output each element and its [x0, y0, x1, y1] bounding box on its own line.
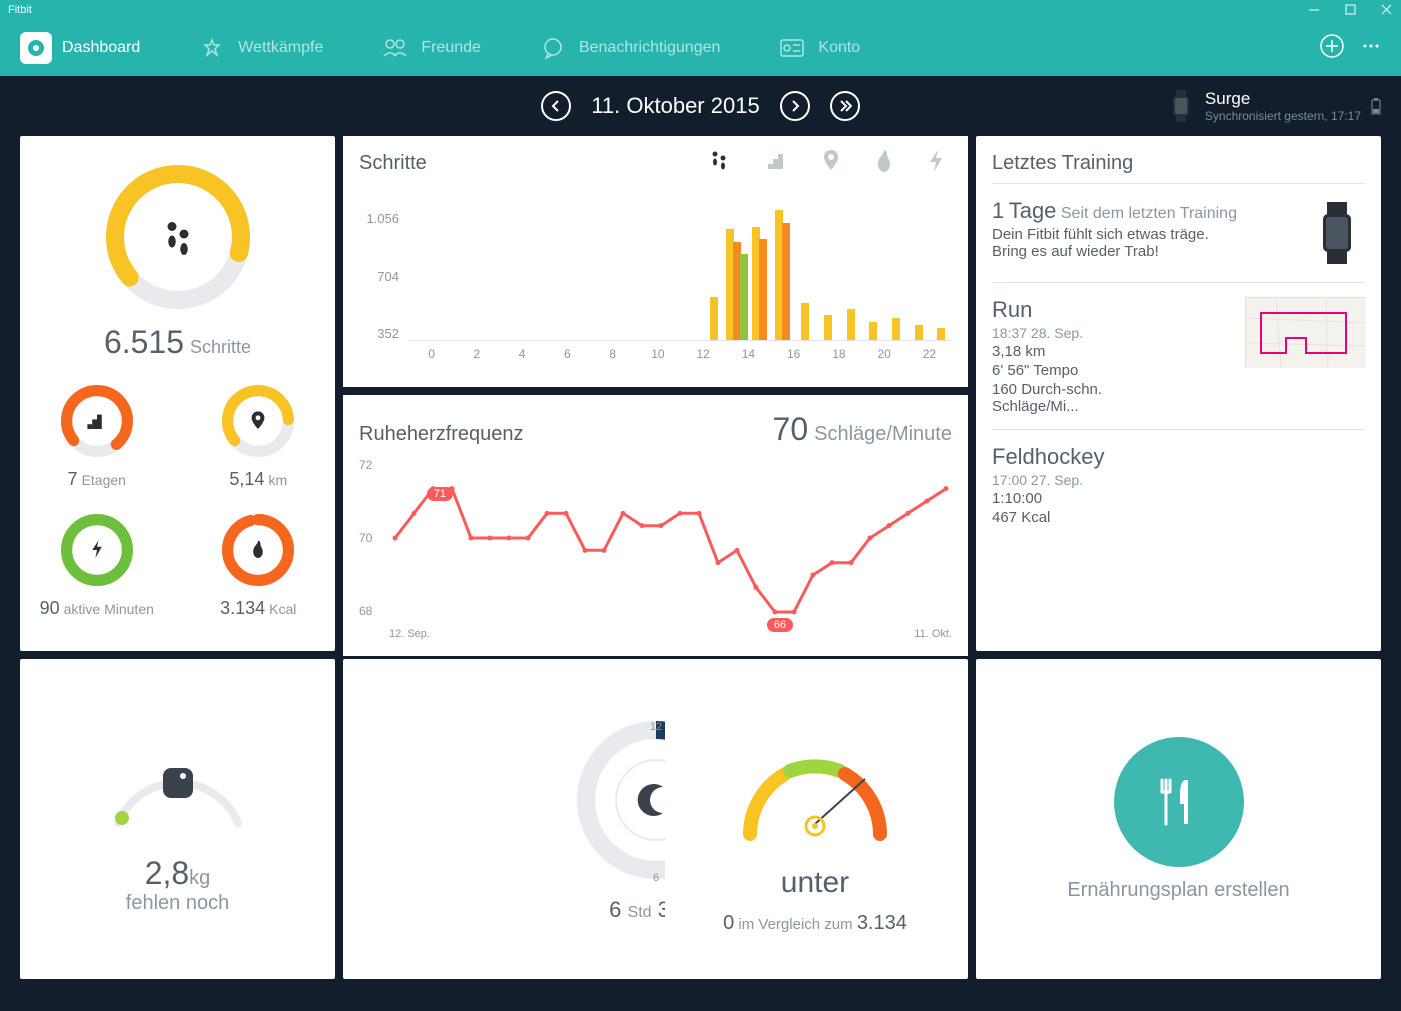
- food-card[interactable]: Ernährungsplan erstellen: [976, 659, 1381, 979]
- hr-line-chart: [389, 458, 952, 618]
- calorie-gauge-card[interactable]: unter 0 im Vergleich zum 3.134: [665, 679, 965, 979]
- navbar: Dashboard Wettkämpfe Freunde Benachricht…: [0, 20, 1401, 76]
- account-icon: [776, 32, 808, 64]
- nav-account[interactable]: Konto: [776, 32, 860, 64]
- tab-calories[interactable]: [876, 150, 892, 177]
- map-thumbnail: [1245, 297, 1365, 367]
- floors-tile[interactable]: 7Etagen: [36, 381, 158, 490]
- add-button[interactable]: [1319, 33, 1345, 64]
- weight-gauge: [98, 723, 258, 843]
- hr-value: 70: [773, 411, 809, 448]
- steps-ring: [103, 162, 253, 312]
- device-info[interactable]: Surge Synchronisiert gestern, 17:17: [1167, 88, 1381, 124]
- datebar: 11. Oktober 2015 Surge Synchronisiert ge…: [0, 76, 1401, 136]
- hr-chart-card[interactable]: Ruheherzfrequenz 70Schläge/Minute 727068…: [343, 395, 968, 656]
- training-title: Letztes Training: [992, 152, 1133, 174]
- distance-ring: [218, 381, 298, 461]
- calories-ring: [218, 510, 298, 590]
- steps-value: 6.515: [104, 324, 184, 361]
- device-name: Surge: [1205, 89, 1361, 109]
- distance-tile[interactable]: 5,14km: [198, 381, 320, 490]
- maximize-button[interactable]: [1345, 4, 1357, 16]
- dashboard-icon: [20, 32, 52, 64]
- friends-icon: [379, 32, 411, 64]
- more-button[interactable]: [1361, 36, 1381, 61]
- tab-steps[interactable]: [710, 150, 730, 177]
- nav-friends[interactable]: Freunde: [379, 32, 481, 64]
- hr-title: Ruheherzfrequenz: [359, 423, 524, 446]
- nav-label: Konto: [818, 39, 860, 57]
- nav-label: Benachrichtigungen: [579, 39, 720, 57]
- tab-active[interactable]: [928, 150, 944, 177]
- steps-bar-chart: 1.056704352 0246810121416182022: [359, 211, 952, 371]
- calories-tile[interactable]: 3.134Kcal: [198, 510, 320, 619]
- hr-unit: Schläge/Minute: [814, 423, 952, 446]
- svg-text:12: 12: [649, 721, 661, 733]
- active-ring: [57, 510, 137, 590]
- run-item[interactable]: Run 18:37 28. Sep. 3,18 km 6' 56" Tempo …: [992, 282, 1365, 429]
- titlebar: Fitbit: [0, 0, 1401, 20]
- steps-chart-title: Schritte: [359, 152, 427, 174]
- app-name: Fitbit: [8, 4, 32, 16]
- chat-icon: [537, 32, 569, 64]
- steps-chart-card[interactable]: Schritte 1.056704352 0246810121416182022: [343, 136, 968, 387]
- hockey-item[interactable]: Feldhockey 17:00 27. Sep. 1:10:00 467 Kc…: [992, 429, 1365, 540]
- next-day-button[interactable]: [780, 91, 810, 121]
- nav-dashboard[interactable]: Dashboard: [20, 32, 140, 64]
- hr-badge-low: 66: [767, 618, 793, 632]
- steps-unit: Schritte: [190, 337, 251, 358]
- calorie-gauge: [725, 724, 905, 854]
- food-icon: [1114, 737, 1244, 867]
- nav-challenges[interactable]: Wettkämpfe: [196, 32, 323, 64]
- today-button[interactable]: [830, 91, 860, 121]
- trophy-icon: [196, 32, 228, 64]
- svg-text:6: 6: [652, 872, 658, 884]
- active-tile[interactable]: 90aktive Minuten: [36, 510, 158, 619]
- food-cta: Ernährungsplan erstellen: [1067, 879, 1289, 902]
- summary-card[interactable]: 6.515 Schritte 7Etagen 5,14km 90aktive Mi…: [20, 136, 335, 651]
- nav-label: Dashboard: [62, 39, 140, 57]
- device-sync: Synchronisiert gestern, 17:17: [1205, 109, 1361, 123]
- nav-label: Wettkämpfe: [238, 39, 323, 57]
- close-button[interactable]: [1381, 4, 1393, 16]
- watch-icon: [1309, 198, 1365, 268]
- last-training-item[interactable]: 1 Tage Seit dem letzten Training Dein Fi…: [992, 183, 1365, 282]
- charts-column: Schritte 1.056704352 0246810121416182022…: [343, 136, 968, 651]
- nav-label: Freunde: [421, 39, 481, 57]
- nav-notifications[interactable]: Benachrichtigungen: [537, 32, 720, 64]
- watch-icon: [1167, 88, 1195, 124]
- battery-icon: [1371, 97, 1381, 115]
- minimize-button[interactable]: [1309, 4, 1321, 16]
- tab-distance[interactable]: [822, 150, 840, 177]
- floors-ring: [57, 381, 137, 461]
- prev-day-button[interactable]: [541, 91, 571, 121]
- tab-floors[interactable]: [766, 150, 786, 177]
- training-card[interactable]: Letztes Training 1 Tage Seit dem letzten…: [976, 136, 1381, 651]
- weight-card[interactable]: 2,8kg fehlen noch: [20, 659, 335, 979]
- current-date: 11. Oktober 2015: [591, 93, 759, 119]
- hr-badge-high: 71: [427, 487, 453, 501]
